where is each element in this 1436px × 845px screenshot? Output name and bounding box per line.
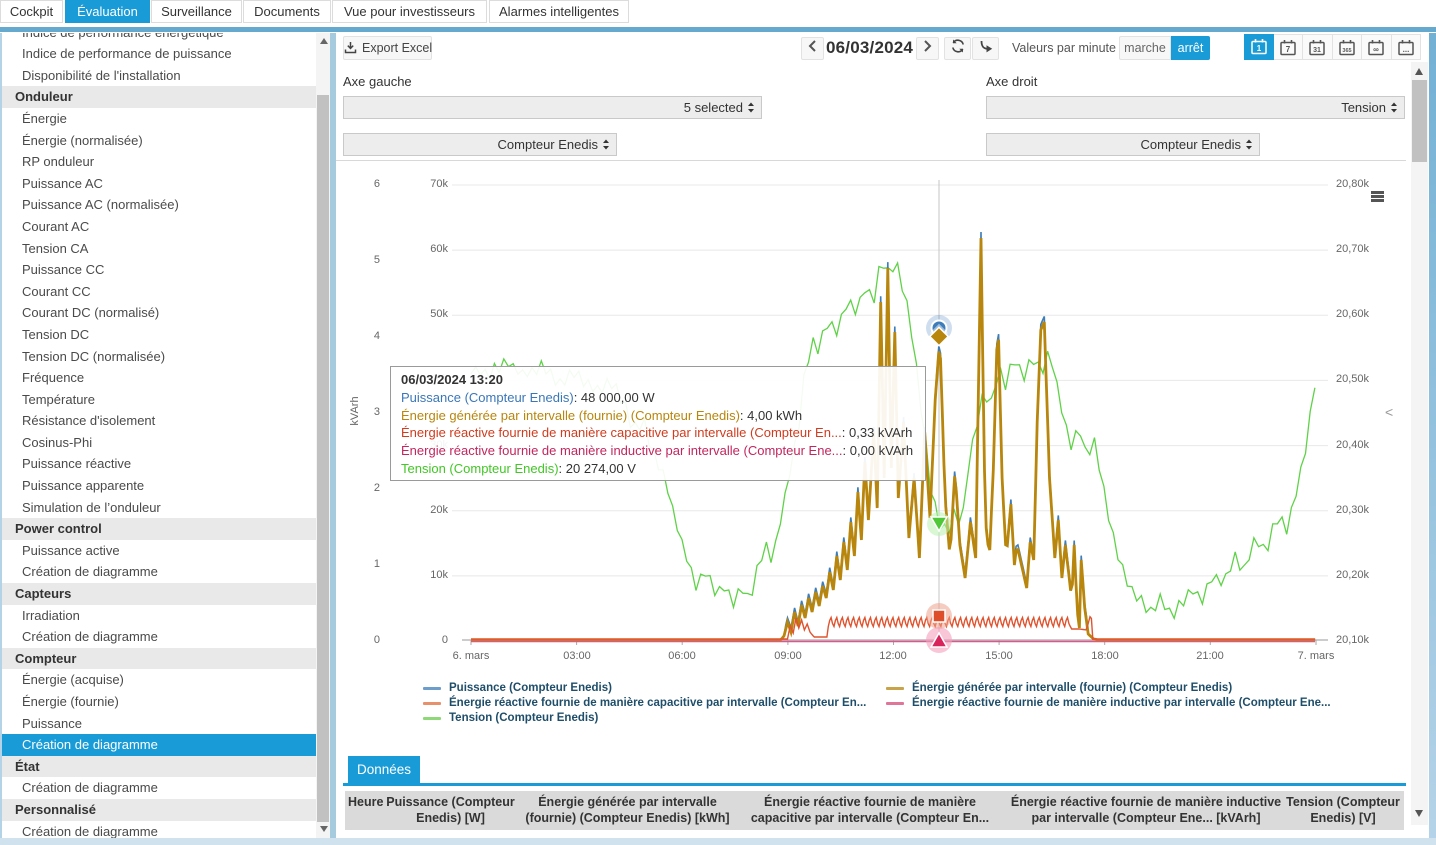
svg-text:31: 31 — [1313, 47, 1321, 54]
svg-text:...: ... — [1402, 45, 1409, 54]
svg-text:1: 1 — [1257, 44, 1262, 53]
svg-text:365: 365 — [1342, 48, 1351, 54]
svg-text:7: 7 — [1286, 45, 1291, 54]
svg-text:∞: ∞ — [1373, 45, 1379, 54]
